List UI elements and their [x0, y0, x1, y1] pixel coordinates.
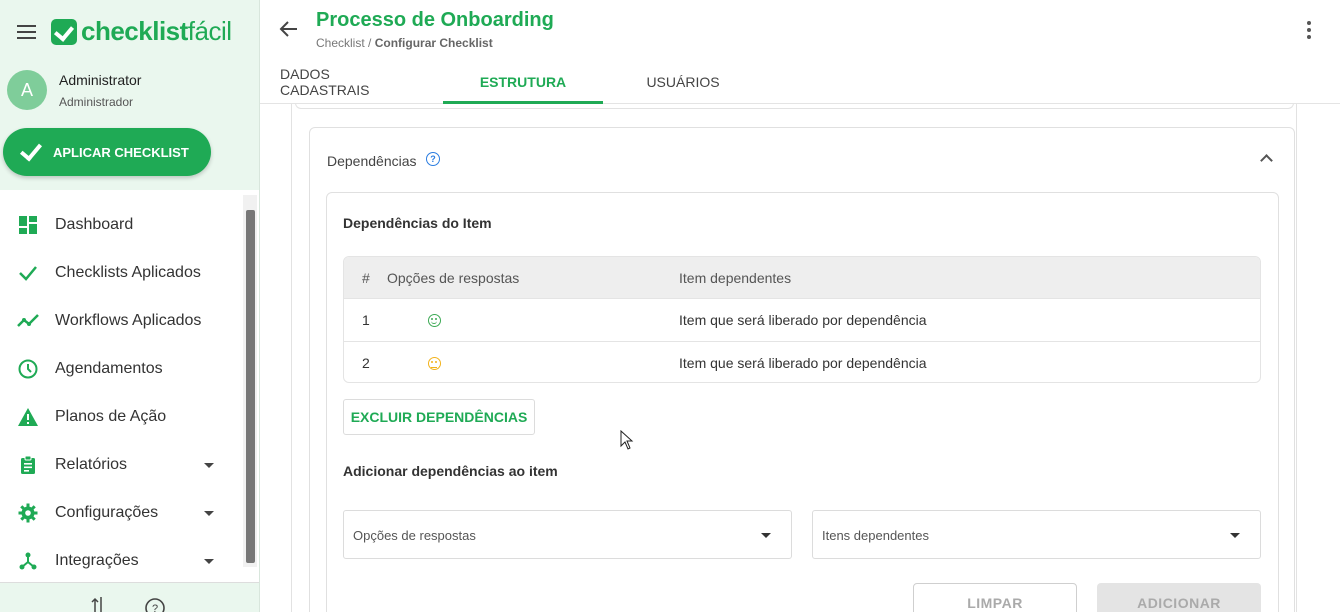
table-row[interactable]: 1 Item que será liberado por dependência [344, 298, 1260, 341]
help-circle-icon[interactable]: ? [144, 597, 166, 612]
check-icon [17, 262, 39, 284]
item-dependencies-title: Dependências do Item [343, 215, 492, 231]
previous-section-card [295, 104, 1294, 109]
sidebar-footer: ? [0, 582, 259, 612]
clock-icon [17, 358, 39, 380]
dropdown-arrow-icon [1230, 533, 1240, 538]
warning-icon [17, 406, 39, 428]
column-header-dependent: Item dependentes [679, 269, 792, 286]
sidebar-scrollbar-thumb[interactable] [246, 210, 255, 563]
item-dependencies-card: Dependências do Item # Opções de respost… [326, 192, 1279, 612]
dropdown-arrow-icon [761, 533, 771, 538]
trending-icon [17, 310, 39, 332]
response-options-placeholder: Opções de respostas [353, 528, 476, 543]
more-options-icon[interactable] [1304, 20, 1314, 40]
sidebar-item-label: Integrações [55, 552, 139, 569]
dashboard-icon [17, 214, 39, 236]
sort-icon[interactable] [90, 597, 106, 612]
neutral-face-icon [428, 356, 441, 370]
logo: checklistfácil [51, 16, 232, 47]
chevron-down-icon [204, 510, 214, 516]
add-button[interactable]: ADICIONAR [1097, 583, 1261, 612]
column-header-options: Opções de respostas [387, 269, 520, 286]
breadcrumb-root[interactable]: Checklist [316, 36, 365, 50]
sidebar-item-label: Planos de Ação [55, 408, 167, 425]
logo-text-light: fácil [187, 16, 232, 46]
page-header: Processo de Onboarding Checklist / Confi… [260, 0, 1340, 104]
chevron-down-icon [204, 462, 214, 468]
add-dependencies-title: Adicionar dependências ao item [343, 463, 558, 479]
sidebar-item-checklists[interactable]: Checklists Aplicados [0, 249, 240, 297]
table-row[interactable]: 2 Item que será liberado por dependência [344, 341, 1260, 382]
tab-estrutura[interactable]: ESTRUTURA [443, 60, 603, 104]
user-role: Administrador [59, 95, 134, 109]
sidebar-item-label: Workflows Aplicados [55, 312, 202, 329]
sidebar-item-configuracoes[interactable]: Configurações [0, 489, 240, 537]
sidebar-item-label: Relatórios [55, 456, 128, 473]
happy-face-icon [428, 313, 441, 327]
sidebar-item-workflows[interactable]: Workflows Aplicados [0, 297, 240, 345]
sidebar-header: checklistfácil A Administrator Administr… [0, 0, 259, 190]
breadcrumb-separator: / [364, 36, 375, 50]
response-options-select[interactable]: Opções de respostas [343, 510, 792, 559]
help-icon[interactable]: ? [426, 152, 440, 166]
sidebar-item-planos[interactable]: Planos de Ação [0, 393, 240, 441]
sidebar-item-label: Agendamentos [55, 360, 163, 377]
check-icon [19, 145, 41, 159]
row-dependent-item: Item que será liberado por dependência [679, 355, 927, 371]
tab-dados-cadastrais[interactable]: DADOS CADASTRAIS [280, 60, 422, 104]
breadcrumb: Checklist / Configurar Checklist [316, 36, 493, 50]
chevron-up-icon[interactable] [1260, 152, 1272, 164]
logo-check-icon [51, 18, 77, 45]
sidebar-item-label: Dashboard [55, 216, 134, 233]
row-dependent-item: Item que será liberado por dependência [679, 312, 927, 328]
back-arrow-icon[interactable] [278, 18, 300, 40]
sidebar-item-dashboard[interactable]: Dashboard [0, 201, 240, 249]
dependencies-panel: Dependências ? Dependências do Item # Op… [309, 127, 1295, 612]
clipboard-icon [17, 454, 39, 476]
chevron-down-icon [204, 558, 214, 564]
sidebar-item-label: Configurações [55, 504, 159, 521]
dependencies-table: # Opções de respostas Item dependentes 1… [343, 256, 1261, 383]
mouse-cursor-icon [620, 430, 634, 450]
apply-checklist-button[interactable]: APLICAR CHECKLIST [3, 128, 211, 176]
sidebar-item-integracoes[interactable]: Integrações [0, 537, 240, 582]
dependent-items-select[interactable]: Itens dependentes [812, 510, 1261, 559]
apply-checklist-label: APLICAR CHECKLIST [53, 144, 189, 160]
sidebar-item-agendamentos[interactable]: Agendamentos [0, 345, 240, 393]
sidebar-nav: Dashboard Checklists Aplicados Workflows… [0, 190, 259, 582]
sidebar-item-label: Checklists Aplicados [55, 264, 201, 281]
app: checklistfácil A Administrator Administr… [0, 0, 1340, 612]
column-header-index: # [362, 269, 370, 286]
svg-text:?: ? [152, 603, 158, 612]
sidebar: checklistfácil A Administrator Administr… [0, 0, 260, 612]
breadcrumb-current: Configurar Checklist [374, 36, 493, 50]
menu-icon[interactable] [17, 24, 37, 40]
logo-text-bold: checklist [81, 16, 188, 46]
main-content: Dependências ? Dependências do Item # Op… [260, 104, 1340, 612]
row-index: 2 [362, 355, 370, 371]
delete-dependencies-button[interactable]: EXCLUIR DEPENDÊNCIAS [343, 399, 535, 435]
tab-usuarios[interactable]: USUÁRIOS [623, 60, 743, 104]
avatar: A [7, 70, 47, 110]
clear-button[interactable]: LIMPAR [913, 583, 1077, 612]
row-index: 1 [362, 312, 370, 328]
dependent-items-placeholder: Itens dependentes [822, 528, 929, 543]
user-name: Administrator [59, 72, 142, 88]
sidebar-item-relatorios[interactable]: Relatórios [0, 441, 240, 489]
gear-icon [17, 502, 39, 524]
table-header: # Opções de respostas Item dependentes [344, 257, 1260, 298]
dependencies-title: Dependências [327, 153, 417, 169]
page-title: Processo de Onboarding [316, 9, 554, 31]
integration-icon [17, 550, 39, 572]
